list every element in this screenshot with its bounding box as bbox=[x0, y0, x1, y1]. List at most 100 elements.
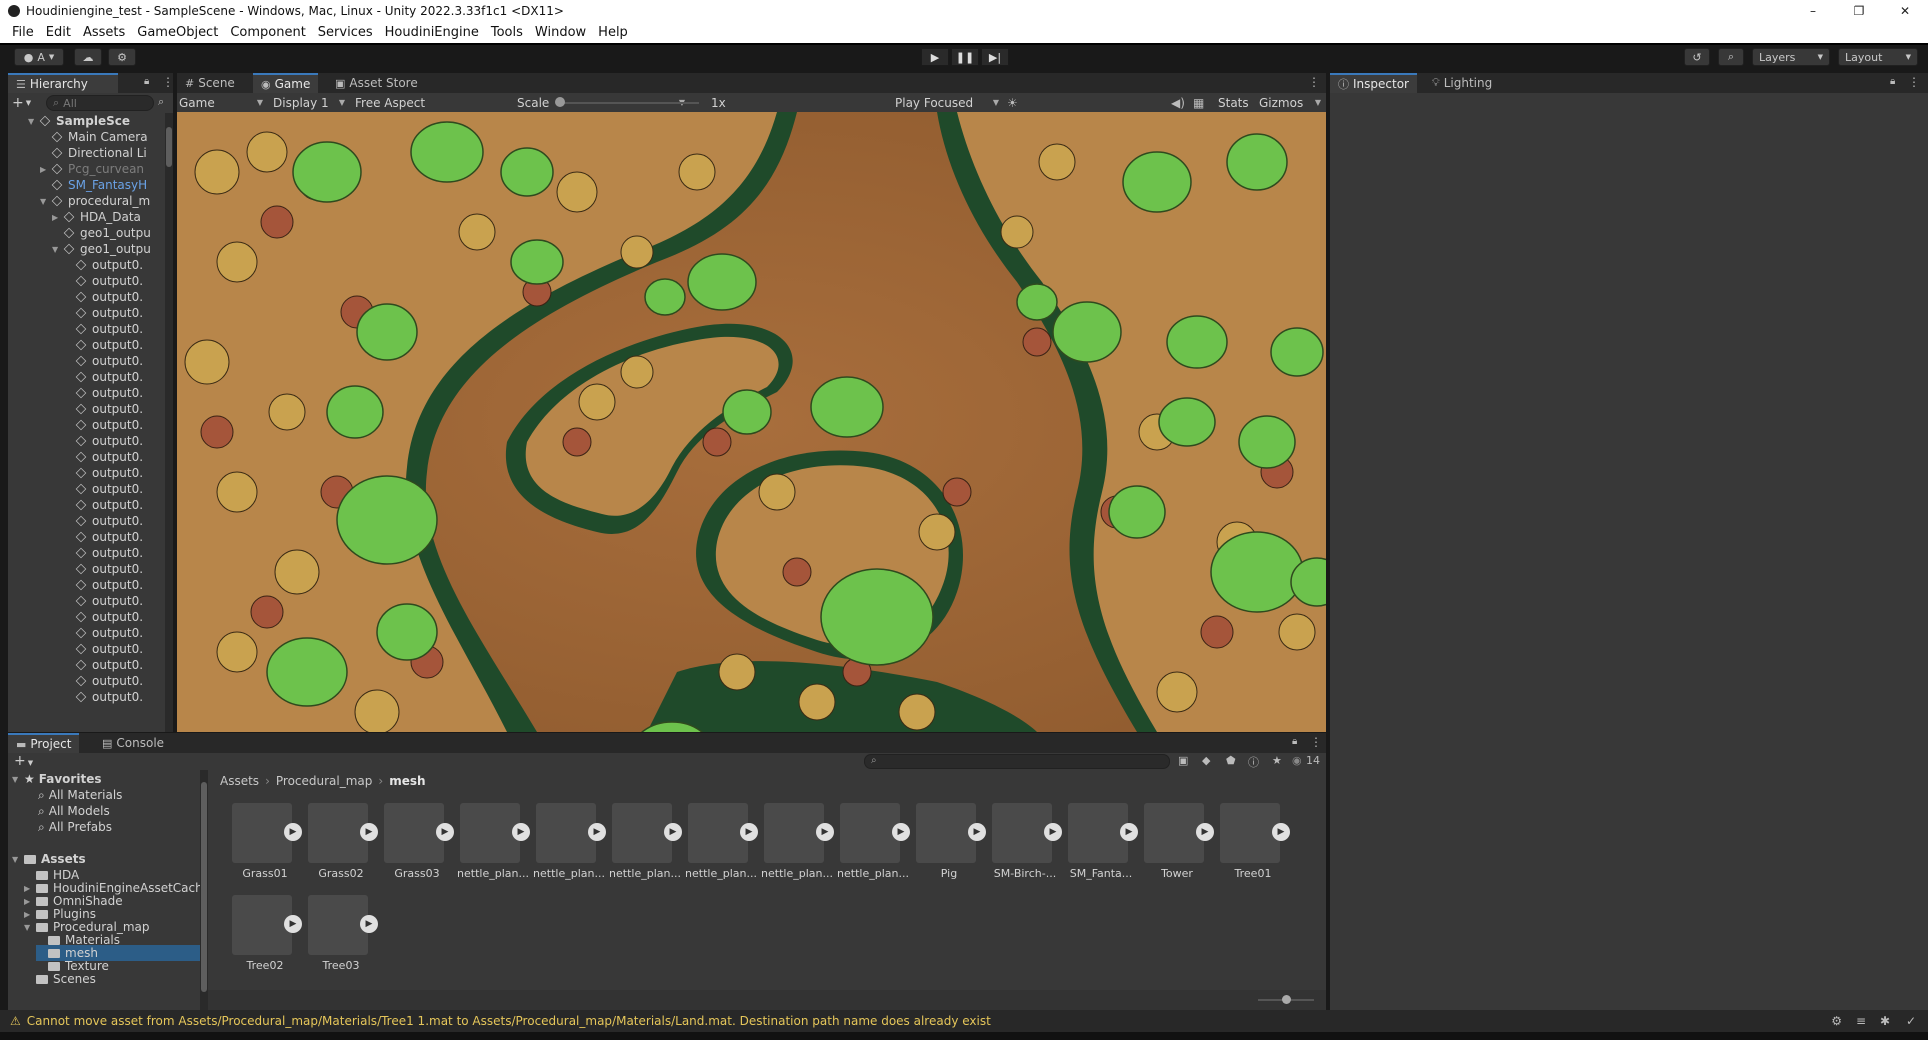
tab-hierarchy[interactable]: ☰ Hierarchy bbox=[8, 73, 118, 93]
hierarchy-row[interactable]: output0. bbox=[64, 449, 143, 465]
breadcrumb-mesh[interactable]: mesh bbox=[389, 774, 425, 788]
hierarchy-row[interactable]: output0. bbox=[64, 385, 143, 401]
hierarchy-row[interactable]: geo1_outpu bbox=[52, 225, 151, 241]
menu-gameobject[interactable]: GameObject bbox=[137, 25, 218, 40]
asset-item[interactable]: ▶ Tower bbox=[1140, 803, 1214, 887]
kebab-menu-icon[interactable]: ⋮ bbox=[1908, 75, 1920, 89]
hierarchy-row[interactable]: Directional Li bbox=[40, 145, 147, 161]
gizmos-dropdown[interactable]: Gizmos ▼ bbox=[1259, 93, 1321, 112]
play-icon[interactable]: ▶ bbox=[1196, 823, 1214, 841]
play-icon[interactable]: ▶ bbox=[284, 823, 302, 841]
play-icon[interactable]: ▶ bbox=[664, 823, 682, 841]
tag-icon[interactable]: ⬟ bbox=[1226, 754, 1236, 767]
hierarchy-row[interactable]: output0. bbox=[64, 465, 143, 481]
lock-icon[interactable]: 🔒︎ bbox=[144, 76, 149, 87]
hierarchy-row[interactable]: output0. bbox=[64, 433, 143, 449]
zoom-slider-handle[interactable] bbox=[1282, 995, 1291, 1004]
hierarchy-row[interactable]: output0. bbox=[64, 641, 143, 657]
asset-item[interactable]: ▶ nettle_plan... bbox=[836, 803, 910, 887]
hierarchy-row[interactable]: output0. bbox=[64, 321, 143, 337]
star-icon[interactable]: ★ bbox=[1272, 754, 1282, 767]
lock-icon[interactable]: 🔒︎ bbox=[1292, 736, 1297, 747]
favorites-header[interactable]: ▼ ★ Favorites bbox=[12, 771, 101, 787]
hierarchy-row[interactable]: output0. bbox=[64, 401, 143, 417]
hierarchy-row[interactable]: ▶ Pcg_curvean bbox=[40, 161, 144, 177]
hierarchy-row[interactable]: SM_FantasyH bbox=[40, 177, 147, 193]
assets-root[interactable]: ▼ Assets bbox=[12, 851, 86, 867]
play-icon[interactable]: ▶ bbox=[512, 823, 530, 841]
asset-item[interactable]: ▶ Grass02 bbox=[304, 803, 378, 887]
close-button[interactable]: ✕ bbox=[1882, 0, 1928, 22]
hierarchy-row[interactable]: output0. bbox=[64, 497, 143, 513]
play-icon[interactable]: ▶ bbox=[1272, 823, 1290, 841]
history-icon[interactable]: ↺ bbox=[1684, 48, 1710, 66]
pause-icon[interactable]: ❚❚ bbox=[951, 48, 979, 66]
asset-item[interactable]: ▶ Pig bbox=[912, 803, 986, 887]
hierarchy-row[interactable]: ▼ procedural_m bbox=[40, 193, 150, 209]
play-icon[interactable]: ▶ bbox=[892, 823, 910, 841]
maximize-button[interactable]: ❐ bbox=[1836, 0, 1882, 22]
hierarchy-row[interactable]: output0. bbox=[64, 673, 143, 689]
chevron-down-icon[interactable]: ▼ bbox=[52, 245, 62, 254]
chevron-right-icon[interactable]: ▶ bbox=[24, 910, 34, 919]
hierarchy-row[interactable]: output0. bbox=[64, 625, 143, 641]
play-icon[interactable]: ▶ bbox=[968, 823, 986, 841]
kebab-menu-icon[interactable]: ⋮ bbox=[1308, 75, 1320, 89]
check-icon[interactable]: ✓ bbox=[1906, 1014, 1916, 1028]
hierarchy-search-input[interactable]: ⌕ All bbox=[46, 95, 154, 111]
status-bar[interactable]: ⚠ Cannot move asset from Assets/Procedur… bbox=[0, 1010, 1928, 1032]
asset-item[interactable]: ▶ nettle_plan... bbox=[532, 803, 606, 887]
chevron-down-icon[interactable]: ▼ bbox=[28, 117, 38, 126]
play-icon[interactable]: ▶ bbox=[360, 915, 378, 933]
debug-icon[interactable]: ✱ bbox=[1880, 1014, 1890, 1028]
hierarchy-row[interactable]: output0. bbox=[64, 545, 143, 561]
favorite-all-models[interactable]: ⌕ All Models bbox=[38, 803, 110, 819]
add-object-button[interactable]: + ▼ bbox=[12, 94, 38, 111]
hierarchy-row[interactable]: output0. bbox=[64, 273, 143, 289]
stats-button[interactable]: Stats bbox=[1218, 93, 1249, 112]
hierarchy-row[interactable]: output0. bbox=[64, 337, 143, 353]
hierarchy-row[interactable]: ▼ SampleSce bbox=[28, 113, 130, 129]
kebab-menu-icon[interactable]: ⋮ bbox=[162, 75, 174, 89]
breadcrumb-assets[interactable]: Assets bbox=[220, 774, 259, 788]
create-asset-button[interactable]: + ▼ bbox=[14, 753, 33, 769]
cache-icon[interactable]: ≡ bbox=[1856, 1014, 1866, 1028]
hierarchy-row[interactable]: ▶ HDA_Data bbox=[52, 209, 141, 225]
asset-item[interactable]: ▶ nettle_plan... bbox=[456, 803, 530, 887]
hierarchy-row[interactable]: output0. bbox=[64, 417, 143, 433]
asset-item[interactable]: ▶ nettle_plan... bbox=[608, 803, 682, 887]
hierarchy-scrollbar[interactable] bbox=[165, 113, 173, 732]
minimize-button[interactable]: – bbox=[1790, 0, 1836, 22]
tab-scene[interactable]: # Scene bbox=[177, 73, 243, 93]
chevron-right-icon[interactable]: ▶ bbox=[52, 213, 62, 222]
menu-houdiniengine[interactable]: HoudiniEngine bbox=[385, 25, 479, 40]
play-icon[interactable]: ▶ bbox=[921, 48, 949, 66]
tab-asset-store[interactable]: ▣ Asset Store bbox=[327, 73, 426, 93]
asset-item[interactable]: ▶ Grass01 bbox=[228, 803, 302, 887]
hierarchy-row[interactable]: output0. bbox=[64, 481, 143, 497]
hierarchy-row[interactable]: Main Camera bbox=[40, 129, 148, 145]
layout-dropdown[interactable]: Layout ▼ bbox=[1838, 48, 1918, 66]
play-icon[interactable]: ▶ bbox=[436, 823, 454, 841]
hierarchy-row[interactable]: output0. bbox=[64, 593, 143, 609]
asset-item[interactable]: ▶ Tree01 bbox=[1216, 803, 1290, 887]
asset-item[interactable]: ▶ SM_Fanta... bbox=[1064, 803, 1138, 887]
collab-icon[interactable]: ⚙ bbox=[108, 48, 136, 66]
cloud-icon[interactable]: ☁ bbox=[74, 48, 102, 66]
hierarchy-row[interactable]: output0. bbox=[64, 657, 143, 673]
play-icon[interactable]: ▶ bbox=[740, 823, 758, 841]
chevron-right-icon[interactable]: ▶ bbox=[40, 165, 50, 174]
hierarchy-row[interactable]: output0. bbox=[64, 689, 143, 705]
tab-inspector[interactable]: ⓘ Inspector bbox=[1330, 73, 1417, 93]
tab-lighting[interactable]: 💡︎ Lighting bbox=[1424, 73, 1500, 93]
warning-filter-icon[interactable]: ⓘ bbox=[1248, 754, 1259, 770]
menu-help[interactable]: Help bbox=[598, 25, 628, 40]
lock-icon[interactable]: 🔒︎ bbox=[1890, 76, 1895, 87]
asset-item[interactable]: ▶ nettle_plan... bbox=[760, 803, 834, 887]
tab-game[interactable]: ◉ Game bbox=[253, 73, 319, 93]
hierarchy-row[interactable]: output0. bbox=[64, 289, 143, 305]
play-icon[interactable]: ▶ bbox=[1120, 823, 1138, 841]
display-dropdown[interactable]: Display 1 ▼ bbox=[273, 93, 345, 112]
menu-component[interactable]: Component bbox=[230, 25, 305, 40]
menu-file[interactable]: File bbox=[12, 25, 34, 40]
